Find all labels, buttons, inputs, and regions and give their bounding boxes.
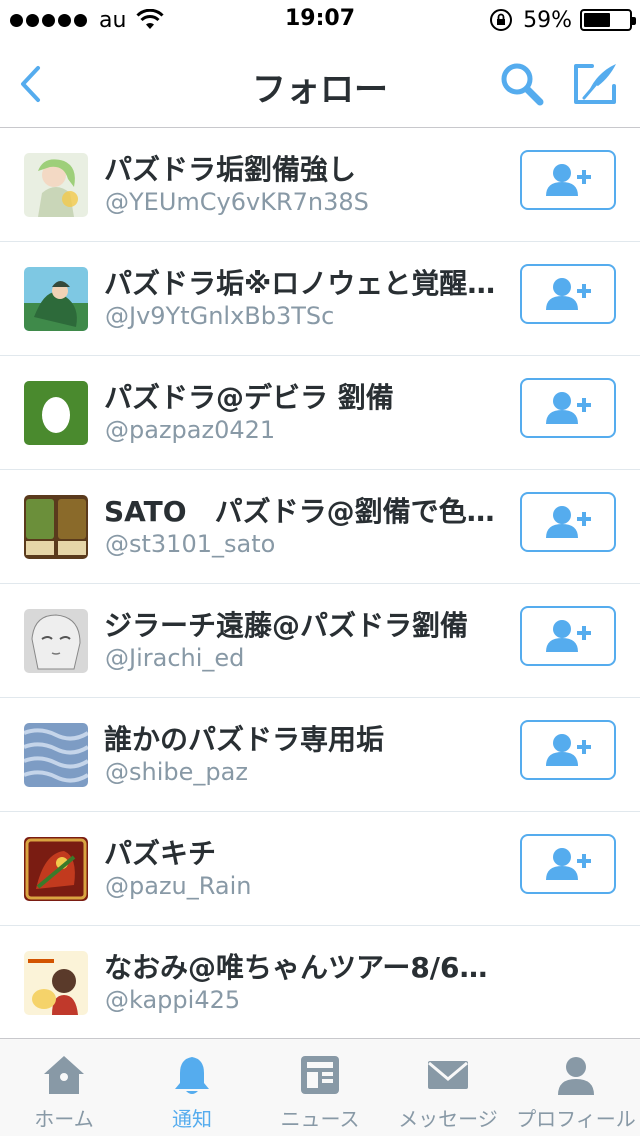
default-egg-avatar-icon	[24, 381, 88, 445]
list-item[interactable]: SATO パズドラ@劉備で色々… @st3101_sato	[0, 470, 640, 584]
avatar[interactable]	[24, 609, 88, 673]
add-user-icon	[546, 278, 591, 310]
user-name: パズドラ垢劉備強し	[104, 153, 357, 186]
avatar[interactable]	[24, 267, 88, 331]
follow-button[interactable]	[520, 492, 616, 552]
tab-notifications[interactable]: 通知	[128, 1039, 256, 1136]
tab-label: メッセージ	[398, 1107, 498, 1131]
user-handle: @Jv9YtGnlxBb3TSc	[105, 302, 335, 330]
avatar[interactable]	[24, 153, 88, 217]
user-name: パズドラ@デビラ 劉備	[104, 381, 394, 414]
home-icon	[44, 1056, 84, 1094]
tab-label: ニュース	[280, 1107, 360, 1131]
user-name: なおみ@唯ちゃんツアー8/6大阪	[104, 951, 504, 984]
user-handle: @st3101_sato	[105, 530, 276, 558]
tab-news[interactable]: ニュース	[256, 1039, 384, 1136]
avatar[interactable]	[24, 837, 88, 901]
list-item[interactable]: 誰かのパズドラ専用垢 @shibe_paz	[0, 698, 640, 812]
status-right: 59%	[489, 7, 636, 33]
tab-profile[interactable]: プロフィール	[512, 1039, 640, 1136]
user-handle: @shibe_paz	[105, 758, 248, 786]
follow-button[interactable]	[520, 834, 616, 894]
tab-label: プロフィール	[516, 1107, 636, 1131]
user-name: SATO パズドラ@劉備で色々…	[104, 495, 504, 528]
follow-button[interactable]	[520, 606, 616, 666]
add-user-icon	[546, 848, 591, 880]
user-handle: @kappi425	[105, 986, 241, 1014]
search-button[interactable]	[496, 58, 548, 110]
follow-button[interactable]	[520, 378, 616, 438]
envelope-icon	[428, 1061, 468, 1089]
list-item[interactable]: パズキチ @pazu_Rain	[0, 812, 640, 926]
rotation-lock-icon	[490, 9, 513, 31]
list-item[interactable]: パズドラ@デビラ 劉備 @pazpaz0421	[0, 356, 640, 470]
tab-messages[interactable]: メッセージ	[384, 1039, 512, 1136]
add-user-icon	[546, 164, 591, 196]
tab-label: 通知	[172, 1107, 212, 1131]
user-name: 誰かのパズドラ専用垢	[104, 723, 385, 756]
battery-percent: 59%	[523, 7, 572, 33]
follow-button[interactable]	[520, 720, 616, 780]
list-item[interactable]: ジラーチ遠藤@パズドラ劉備 @Jirachi_ed	[0, 584, 640, 698]
battery-icon	[580, 9, 636, 31]
user-handle: @Jirachi_ed	[105, 644, 245, 672]
following-list[interactable]: パズドラ垢劉備強し @YEUmCy6vKR7n38S パズドラ垢※ロノウェと覚醒…	[0, 128, 640, 1038]
add-user-icon	[546, 734, 591, 766]
nav-bar: フォロー	[0, 40, 640, 128]
add-user-icon	[546, 620, 591, 652]
avatar[interactable]	[24, 723, 88, 787]
list-item[interactable]: パズドラ垢※ロノウェと覚醒… @Jv9YtGnlxBb3TSc	[0, 242, 640, 356]
add-user-icon	[546, 506, 591, 538]
tab-bar: ホーム 通知 ニュース メッセージ プロフィール	[0, 1038, 640, 1136]
search-icon	[501, 63, 544, 106]
status-bar: au 19:07 59%	[0, 0, 640, 40]
follow-button[interactable]	[520, 150, 616, 210]
compose-icon	[574, 64, 616, 104]
news-icon	[301, 1056, 339, 1094]
bell-icon	[175, 1057, 209, 1094]
compose-button[interactable]	[570, 58, 622, 110]
user-handle: @pazpaz0421	[105, 416, 276, 444]
list-item[interactable]: なおみ@唯ちゃんツアー8/6大阪 @kappi425	[0, 926, 640, 1038]
list-item[interactable]: パズドラ垢劉備強し @YEUmCy6vKR7n38S	[0, 128, 640, 242]
user-handle: @pazu_Rain	[105, 872, 252, 900]
person-icon	[558, 1057, 594, 1095]
user-name: パズドラ垢※ロノウェと覚醒…	[104, 267, 496, 300]
add-user-icon	[546, 392, 591, 424]
follow-button[interactable]	[520, 264, 616, 324]
user-name: ジラーチ遠藤@パズドラ劉備	[104, 609, 469, 642]
avatar[interactable]	[24, 951, 88, 1015]
avatar[interactable]	[24, 495, 88, 559]
tab-home[interactable]: ホーム	[0, 1039, 128, 1136]
avatar[interactable]	[24, 381, 88, 445]
user-handle: @YEUmCy6vKR7n38S	[105, 188, 369, 216]
user-name: パズキチ	[104, 837, 217, 870]
tab-label: ホーム	[34, 1107, 94, 1131]
